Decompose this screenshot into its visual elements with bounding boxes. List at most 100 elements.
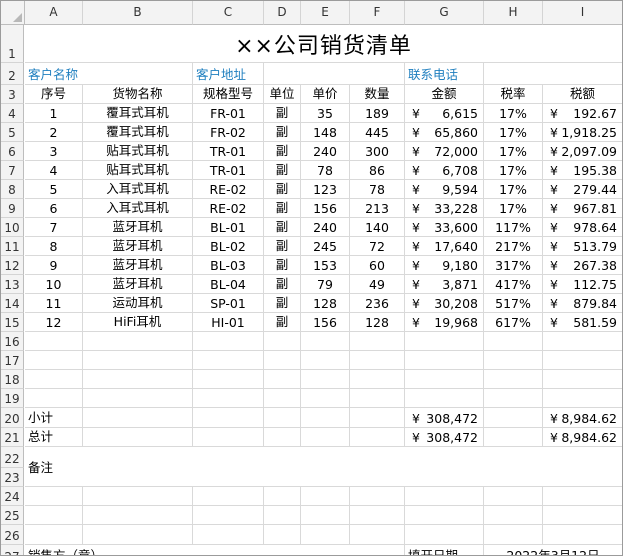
item-tax[interactable]: ¥267.38 [543, 256, 622, 275]
cell-h16[interactable] [484, 332, 543, 351]
cell-f21[interactable] [350, 428, 405, 447]
item-spec[interactable]: HI-01 [193, 313, 264, 332]
item-qty[interactable]: 213 [350, 199, 405, 218]
row-header-8[interactable]: 8 [1, 180, 24, 199]
cell-f18[interactable] [350, 370, 405, 389]
cell-e18[interactable] [301, 370, 350, 389]
cell-a25[interactable] [25, 506, 83, 525]
row-header-22[interactable]: 22 [1, 447, 24, 468]
item-no[interactable]: 11 [25, 294, 83, 313]
cell-d21[interactable] [264, 428, 301, 447]
cell-c24[interactable] [193, 487, 264, 506]
cell-f16[interactable] [350, 332, 405, 351]
customer-address-label[interactable]: 客户地址 [193, 63, 264, 85]
row-header-5[interactable]: 5 [1, 123, 24, 142]
item-spec[interactable]: RE-02 [193, 199, 264, 218]
item-qty[interactable]: 49 [350, 275, 405, 294]
item-spec[interactable]: BL-02 [193, 237, 264, 256]
item-tax[interactable]: ¥192.67 [543, 104, 622, 123]
row-header-23[interactable]: 23 [1, 468, 24, 487]
table-header-i[interactable]: 税额 [543, 85, 622, 104]
cell-g17[interactable] [405, 351, 484, 370]
row-header-16[interactable]: 16 [1, 332, 24, 351]
row-header-18[interactable]: 18 [1, 370, 24, 389]
item-amount[interactable]: ¥30,208 [405, 294, 484, 313]
row-header-19[interactable]: 19 [1, 389, 24, 408]
column-header-c[interactable]: C [193, 1, 264, 25]
item-tax[interactable]: ¥279.44 [543, 180, 622, 199]
cell-b19[interactable] [83, 389, 193, 408]
item-rate[interactable]: 17% [484, 180, 543, 199]
item-qty[interactable]: 445 [350, 123, 405, 142]
item-rate[interactable]: 617% [484, 313, 543, 332]
cell-h17[interactable] [484, 351, 543, 370]
cell-f19[interactable] [350, 389, 405, 408]
column-header-b[interactable]: B [83, 1, 193, 25]
row-header-7[interactable]: 7 [1, 161, 24, 180]
cell-h18[interactable] [484, 370, 543, 389]
cell-h21[interactable] [484, 428, 543, 447]
cell-c16[interactable] [193, 332, 264, 351]
cell-c25[interactable] [193, 506, 264, 525]
item-tax[interactable]: ¥513.79 [543, 237, 622, 256]
table-header-g[interactable]: 金额 [405, 85, 484, 104]
item-price[interactable]: 148 [301, 123, 350, 142]
item-spec[interactable]: BL-03 [193, 256, 264, 275]
cell-b17[interactable] [83, 351, 193, 370]
item-amount[interactable]: ¥17,640 [405, 237, 484, 256]
item-price[interactable]: 123 [301, 180, 350, 199]
cell-e25[interactable] [301, 506, 350, 525]
row-header-25[interactable]: 25 [1, 506, 24, 525]
subtotal-label[interactable]: 小计 [25, 408, 83, 428]
date-label[interactable]: 填开日期 [405, 545, 484, 555]
item-spec[interactable]: BL-01 [193, 218, 264, 237]
date-value[interactable]: 2022年3月12日 [484, 545, 622, 555]
table-header-f[interactable]: 数量 [350, 85, 405, 104]
row-header-1[interactable]: 1 [1, 25, 24, 63]
cell-g19[interactable] [405, 389, 484, 408]
item-rate[interactable]: 517% [484, 294, 543, 313]
item-no[interactable]: 5 [25, 180, 83, 199]
cell-c26[interactable] [193, 525, 264, 545]
cell-c19[interactable] [193, 389, 264, 408]
customer-name-label[interactable]: 客户名称 [25, 63, 193, 85]
item-name[interactable]: HiFi耳机 [83, 313, 193, 332]
cell-h19[interactable] [484, 389, 543, 408]
item-rate[interactable]: 117% [484, 218, 543, 237]
item-qty[interactable]: 140 [350, 218, 405, 237]
row-header-24[interactable]: 24 [1, 487, 24, 506]
item-no[interactable]: 12 [25, 313, 83, 332]
item-no[interactable]: 9 [25, 256, 83, 275]
cell-e21[interactable] [301, 428, 350, 447]
cell-f24[interactable] [350, 487, 405, 506]
item-spec[interactable]: BL-04 [193, 275, 264, 294]
item-amount[interactable]: ¥6,708 [405, 161, 484, 180]
cell-e17[interactable] [301, 351, 350, 370]
cell-a24[interactable] [25, 487, 83, 506]
cell-a26[interactable] [25, 525, 83, 545]
row-header-10[interactable]: 10 [1, 218, 24, 237]
item-no[interactable]: 7 [25, 218, 83, 237]
item-tax[interactable]: ¥112.75 [543, 275, 622, 294]
cell-c17[interactable] [193, 351, 264, 370]
item-spec[interactable]: FR-01 [193, 104, 264, 123]
cell-f25[interactable] [350, 506, 405, 525]
item-amount[interactable]: ¥72,000 [405, 142, 484, 161]
cell-g25[interactable] [405, 506, 484, 525]
item-price[interactable]: 128 [301, 294, 350, 313]
row-header-21[interactable]: 21 [1, 428, 24, 447]
cell-a16[interactable] [25, 332, 83, 351]
cell-g24[interactable] [405, 487, 484, 506]
contact-phone-value[interactable] [484, 63, 622, 85]
item-rate[interactable]: 217% [484, 237, 543, 256]
cell-h26[interactable] [484, 525, 543, 545]
row-header-17[interactable]: 17 [1, 351, 24, 370]
cell-b26[interactable] [83, 525, 193, 545]
item-rate[interactable]: 17% [484, 104, 543, 123]
item-qty[interactable]: 128 [350, 313, 405, 332]
cell-i24[interactable] [543, 487, 622, 506]
item-no[interactable]: 6 [25, 199, 83, 218]
item-qty[interactable]: 60 [350, 256, 405, 275]
item-rate[interactable]: 17% [484, 199, 543, 218]
cell-f26[interactable] [350, 525, 405, 545]
